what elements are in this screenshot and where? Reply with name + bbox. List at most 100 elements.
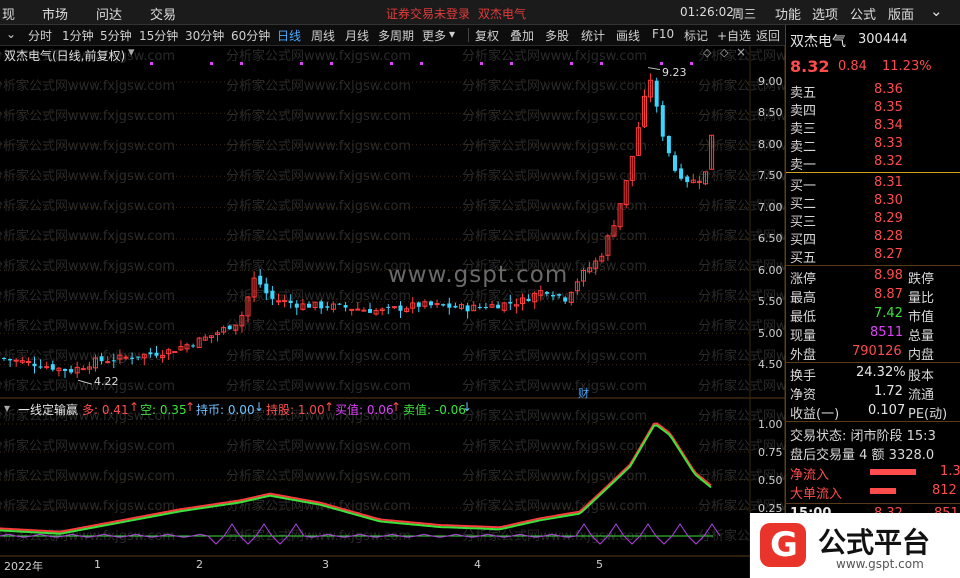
menu-item-trade[interactable]: 交易 (150, 4, 176, 23)
candle-body-down (8, 358, 13, 361)
kline-chart[interactable]: 分析家公式网www.fxjgsw.com 分析家公式网www.fxjgsw.com… (0, 46, 785, 578)
bg-watermark-text: 分析家公式网www.fxjgsw.com (462, 138, 647, 154)
marker-dot (510, 62, 513, 65)
y-tick: 6.00 (758, 264, 783, 277)
menu-item-wenda[interactable]: 问达 (96, 4, 122, 23)
stat-value: 24.32% (856, 365, 906, 380)
menu-item-market[interactable]: 市场 (42, 4, 68, 23)
x-tick: 2022年 (4, 560, 43, 573)
tab-fenshi[interactable]: 分时 (28, 27, 52, 44)
candle-body-down (343, 305, 348, 308)
tab-weekly[interactable]: 周线 (311, 27, 335, 44)
candle-body-down (288, 300, 293, 303)
bid-ask-divider (786, 172, 960, 173)
bg-watermark-text: 分析家公式网www.fxjgsw.com (0, 78, 175, 94)
bg-watermark-text: 分析家公式网www.fxjgsw.com (226, 498, 411, 514)
sell-4-price[interactable]: 8.35 (874, 100, 903, 115)
f10-button[interactable]: F10 (652, 27, 674, 41)
add-watchlist-button[interactable]: +自选 (717, 27, 751, 44)
candle-body-down (227, 325, 232, 330)
chevron-down-icon[interactable]: ▾ (4, 401, 10, 415)
tab-more[interactable]: 更多 (422, 27, 446, 44)
stat-label: 收益(一) (790, 407, 840, 422)
buy-5-price[interactable]: 8.27 (874, 247, 903, 262)
diamond-icon[interactable]: ◇ (703, 46, 711, 59)
buy-2-label: 买二 (790, 197, 817, 212)
indicator-name[interactable]: 一线定输赢 (18, 401, 78, 418)
sell-1-price[interactable]: 8.32 (874, 154, 903, 169)
sell-4-label: 卖四 (790, 104, 817, 119)
sell-3-price[interactable]: 8.34 (874, 118, 903, 133)
chevron-down-icon[interactable]: ▾ (128, 45, 135, 60)
stat-label: 现量 (790, 329, 817, 344)
y-tick: 7.00 (758, 201, 783, 214)
candle-body-down (32, 363, 37, 367)
marker-dot (150, 62, 153, 65)
buy-2-price[interactable]: 8.30 (874, 193, 903, 208)
back-button[interactable]: 返回 (756, 27, 780, 44)
chevron-down-icon[interactable]: ⌄ (6, 27, 16, 41)
bg-watermark-text: 分析家公式网www.fxjgsw.com (226, 168, 411, 184)
buy-4-price[interactable]: 8.28 (874, 229, 903, 244)
candle-body-down (191, 345, 196, 347)
stat-label: 总量 (908, 329, 935, 344)
tab-15min[interactable]: 15分钟 (139, 27, 178, 44)
stat-label: 涨停 (790, 272, 817, 287)
tab-daily[interactable]: 日线 (277, 27, 301, 44)
stat-value: 8.98 (874, 268, 903, 283)
divider (786, 362, 960, 363)
menu-item-view[interactable]: 现 (2, 4, 15, 23)
divider (786, 503, 960, 504)
bg-watermark-text: 分析家公式网www.fxjgsw.com (226, 78, 411, 94)
x-tick: 4 (474, 558, 481, 571)
finance-marker[interactable]: 财 (578, 385, 589, 401)
buy-1-price[interactable]: 8.31 (874, 175, 903, 190)
mark-button[interactable]: 标记 (684, 27, 708, 44)
multi-stock-button[interactable]: 多股 (545, 27, 569, 44)
menu-item-function[interactable]: 功能 (775, 4, 801, 23)
chevron-down-icon[interactable]: ⌄ (930, 2, 943, 20)
chart-title: 双杰电气(日线,前复权) (4, 49, 126, 63)
bg-watermark-text: 分析家公式网www.fxjgsw.com (462, 348, 647, 364)
candle-body-down (386, 306, 391, 308)
diamond-icon[interactable]: ◇ (720, 46, 728, 59)
fuquan-button[interactable]: 复权 (475, 27, 499, 44)
menu-item-options[interactable]: 选项 (812, 4, 838, 23)
buy-3-price[interactable]: 8.29 (874, 211, 903, 226)
y-tick: 9.00 (758, 75, 783, 88)
chevron-down-icon[interactable]: ▾ (449, 27, 455, 41)
tab-multi-period[interactable]: 多周期 (378, 27, 414, 44)
period-toolbar: ⌄ 分时 1分钟 5分钟 15分钟 30分钟 60分钟 日线 周线 月线 多周期… (0, 25, 785, 46)
tab-monthly[interactable]: 月线 (345, 27, 369, 44)
quote-stock-name: 双杰电气 (790, 34, 846, 50)
overlay-button[interactable]: 叠加 (510, 27, 534, 44)
tab-60min[interactable]: 60分钟 (231, 27, 270, 44)
logo-text: 公式平台 (818, 526, 931, 559)
stat-label: 量比 (908, 291, 935, 306)
menu-item-layout[interactable]: 版面 (888, 4, 914, 23)
bg-watermark-text: 分析家公式网www.fxjgsw.com (226, 138, 411, 154)
stats-button[interactable]: 统计 (581, 27, 605, 44)
sell-2-price[interactable]: 8.33 (874, 136, 903, 151)
tab-1min[interactable]: 1分钟 (62, 27, 94, 44)
y-tick: 4.50 (758, 358, 783, 371)
draw-line-button[interactable]: 画线 (616, 27, 640, 44)
buy-4-label: 买四 (790, 233, 817, 248)
candle-body-down (477, 306, 482, 308)
y-tick: 5.50 (758, 295, 783, 308)
close-icon[interactable]: × (736, 45, 746, 59)
candle-body-up (434, 303, 440, 306)
menu-item-formula[interactable]: 公式 (850, 4, 876, 23)
low-price-label: 4.22 (94, 375, 119, 388)
sell-5-price[interactable]: 8.36 (874, 82, 903, 97)
tab-30min[interactable]: 30分钟 (185, 27, 224, 44)
bg-watermark-text: 分析家公式网www.fxjgsw.com (462, 78, 647, 94)
marker-dot (690, 62, 693, 65)
marker-dot (330, 62, 333, 65)
candle-body-down (294, 303, 299, 308)
candle-body-up (349, 308, 355, 311)
login-notice[interactable]: 证券交易未登录 (386, 5, 470, 22)
tab-5min[interactable]: 5分钟 (100, 27, 132, 44)
candle-body-down (69, 369, 74, 373)
bg-watermark-text: 分析家公式网www.fxjgsw.com (462, 378, 647, 394)
